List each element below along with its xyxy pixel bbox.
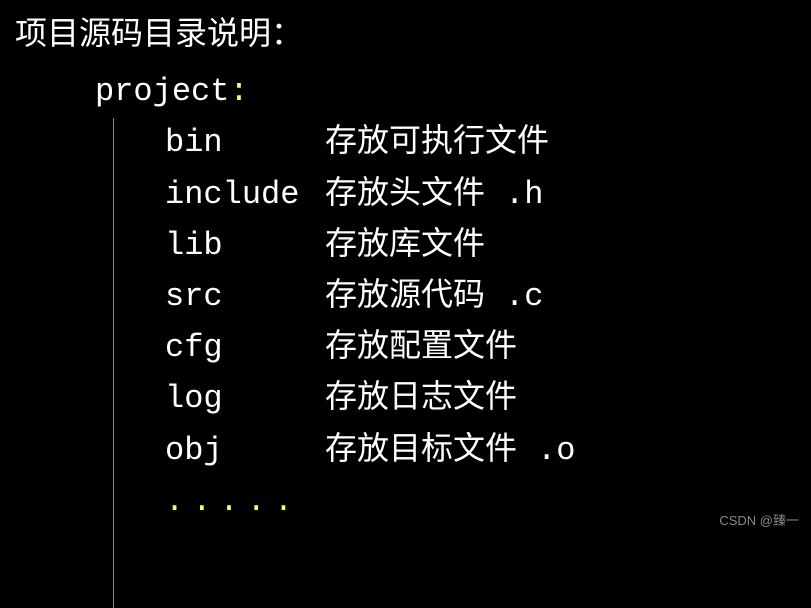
dir-desc: 存放头文件 [325, 176, 485, 213]
watermark: CSDN @臻一 [719, 511, 799, 532]
dir-desc: 存放库文件 [325, 227, 485, 264]
dir-desc: 存放源代码 [325, 278, 485, 315]
dir-name: obj [165, 425, 325, 476]
colon: : [229, 73, 248, 110]
dir-desc: 存放配置文件 [325, 329, 517, 366]
project-label: project [95, 73, 229, 110]
dir-ext [517, 329, 537, 366]
dir-row: obj存放目标文件.o [165, 425, 796, 476]
dir-row: lib存放库文件 [165, 220, 796, 271]
dir-name: lib [165, 220, 325, 271]
dir-row: include存放头文件.h [165, 169, 796, 220]
dir-ext [549, 124, 569, 161]
document-title: 项目源码目录说明： [15, 10, 796, 61]
indent-guide-line [113, 118, 114, 608]
dir-name: bin [165, 117, 325, 168]
dir-ext: .h [485, 176, 543, 213]
ellipsis: ..... [95, 476, 796, 527]
dir-row: bin存放可执行文件 [165, 117, 796, 168]
dir-name: src [165, 271, 325, 322]
dir-ext [485, 227, 505, 264]
dir-row: cfg存放配置文件 [165, 322, 796, 373]
dir-name: include [165, 169, 325, 220]
dir-ext: .c [485, 278, 543, 315]
content-block: project: bin存放可执行文件 include存放头文件.h lib存放… [15, 66, 796, 527]
directory-list: bin存放可执行文件 include存放头文件.h lib存放库文件 src存放… [95, 117, 796, 475]
project-line: project: [95, 66, 796, 117]
dir-desc: 存放日志文件 [325, 380, 517, 417]
dir-name: cfg [165, 322, 325, 373]
dir-row: src存放源代码.c [165, 271, 796, 322]
dir-ext [517, 380, 537, 417]
dir-row: log存放日志文件 [165, 373, 796, 424]
dir-desc: 存放可执行文件 [325, 124, 549, 161]
dir-desc: 存放目标文件 [325, 432, 517, 469]
dir-ext: .o [517, 432, 575, 469]
dir-name: log [165, 373, 325, 424]
